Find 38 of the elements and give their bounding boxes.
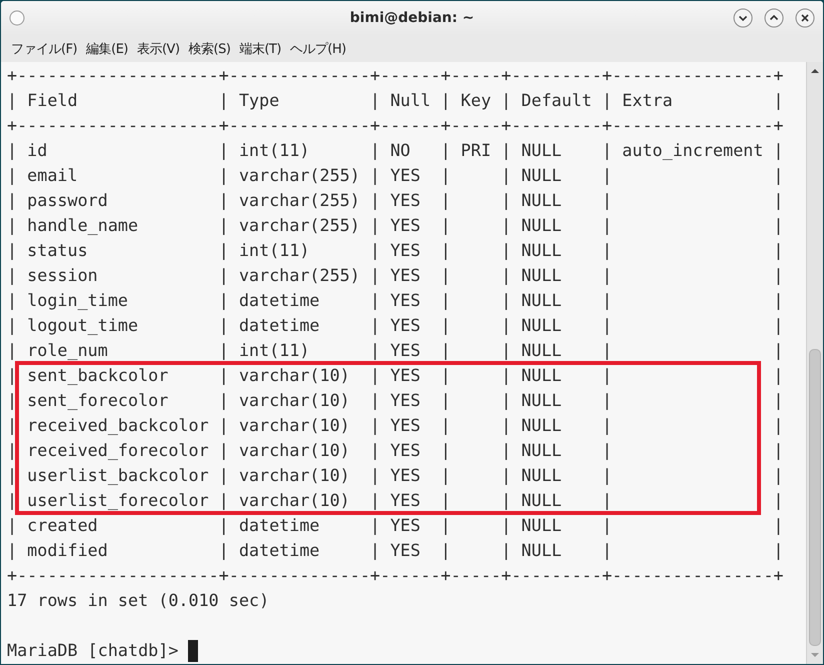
terminal-line: | sent_backcolor | varchar(10) | YES | | NULL | | <box>7 364 784 387</box>
terminal-line: | status | int(11) | YES | | NULL | | <box>7 239 784 262</box>
scroll-thumb[interactable] <box>809 349 821 646</box>
menu-item[interactable]: ファイル(F) <box>11 40 78 58</box>
terminal-line: +--------------------+--------------+------+-----+---------+----------------+ <box>7 114 784 137</box>
close-icon[interactable] <box>795 8 815 28</box>
terminal-line: | sent_forecolor | varchar(10) | YES | | NULL | | <box>7 389 784 412</box>
terminal-line: | session | varchar(255) | YES | | NULL | | <box>7 264 784 287</box>
menu-item[interactable]: 検索(S) <box>188 40 230 58</box>
minimize-icon[interactable] <box>733 8 753 28</box>
terminal-line: | logout_time | datetime | YES | | NULL | | <box>7 314 784 337</box>
terminal-line: | modified | datetime | YES | | NULL | | <box>7 539 784 562</box>
terminal-line: +--------------------+--------------+------+-----+---------+----------------+ <box>7 564 784 587</box>
window-title: bimi@debian: ~ <box>350 10 474 26</box>
maximize-icon[interactable] <box>764 8 784 28</box>
terminal-line: | email | varchar(255) | YES | | NULL | | <box>7 164 784 187</box>
terminal-line: | received_forecolor | varchar(10) | YES | | NULL | | <box>7 439 784 462</box>
cursor-icon <box>188 640 198 662</box>
terminal-line: | received_backcolor | varchar(10) | YES | | NULL | | <box>7 414 784 437</box>
terminal-line: | created | datetime | YES | | NULL | | <box>7 514 784 537</box>
menu-item[interactable]: 端末(T) <box>239 40 282 58</box>
terminal-line: | password | varchar(255) | YES | | NULL | | <box>7 189 784 212</box>
window-menu-icon[interactable] <box>9 10 25 26</box>
terminal-line: | handle_name | varchar(255) | YES | | NULL | | <box>7 214 784 237</box>
terminal-line: +--------------------+--------------+------+-----+---------+----------------+ <box>7 64 784 87</box>
terminal-line: 17 rows in set (0.010 sec) <box>7 589 270 612</box>
menu-item[interactable]: ヘルプ(H) <box>290 40 346 58</box>
terminal-line: | Field | Type | Null | Key | Default | Extra | <box>7 89 784 112</box>
scroll-up-icon[interactable] <box>810 66 820 76</box>
terminal-line: | id | int(11) | NO | PRI | NULL | auto_increment | <box>7 139 784 162</box>
terminal-line: | role_num | int(11) | YES | | NULL | | <box>7 339 784 362</box>
scrollbar[interactable] <box>806 62 823 664</box>
menu-item[interactable]: 表示(V) <box>136 40 180 58</box>
terminal-line: | userlist_backcolor | varchar(10) | YES | | NULL | | <box>7 464 784 487</box>
prompt: MariaDB [chatdb]> <box>7 639 178 662</box>
terminal-line: | userlist_forecolor | varchar(10) | YES | | NULL | | <box>7 489 784 512</box>
terminal-line: | login_time | datetime | YES | | NULL | | <box>7 289 784 312</box>
menu-item[interactable]: 編集(E) <box>86 40 128 58</box>
